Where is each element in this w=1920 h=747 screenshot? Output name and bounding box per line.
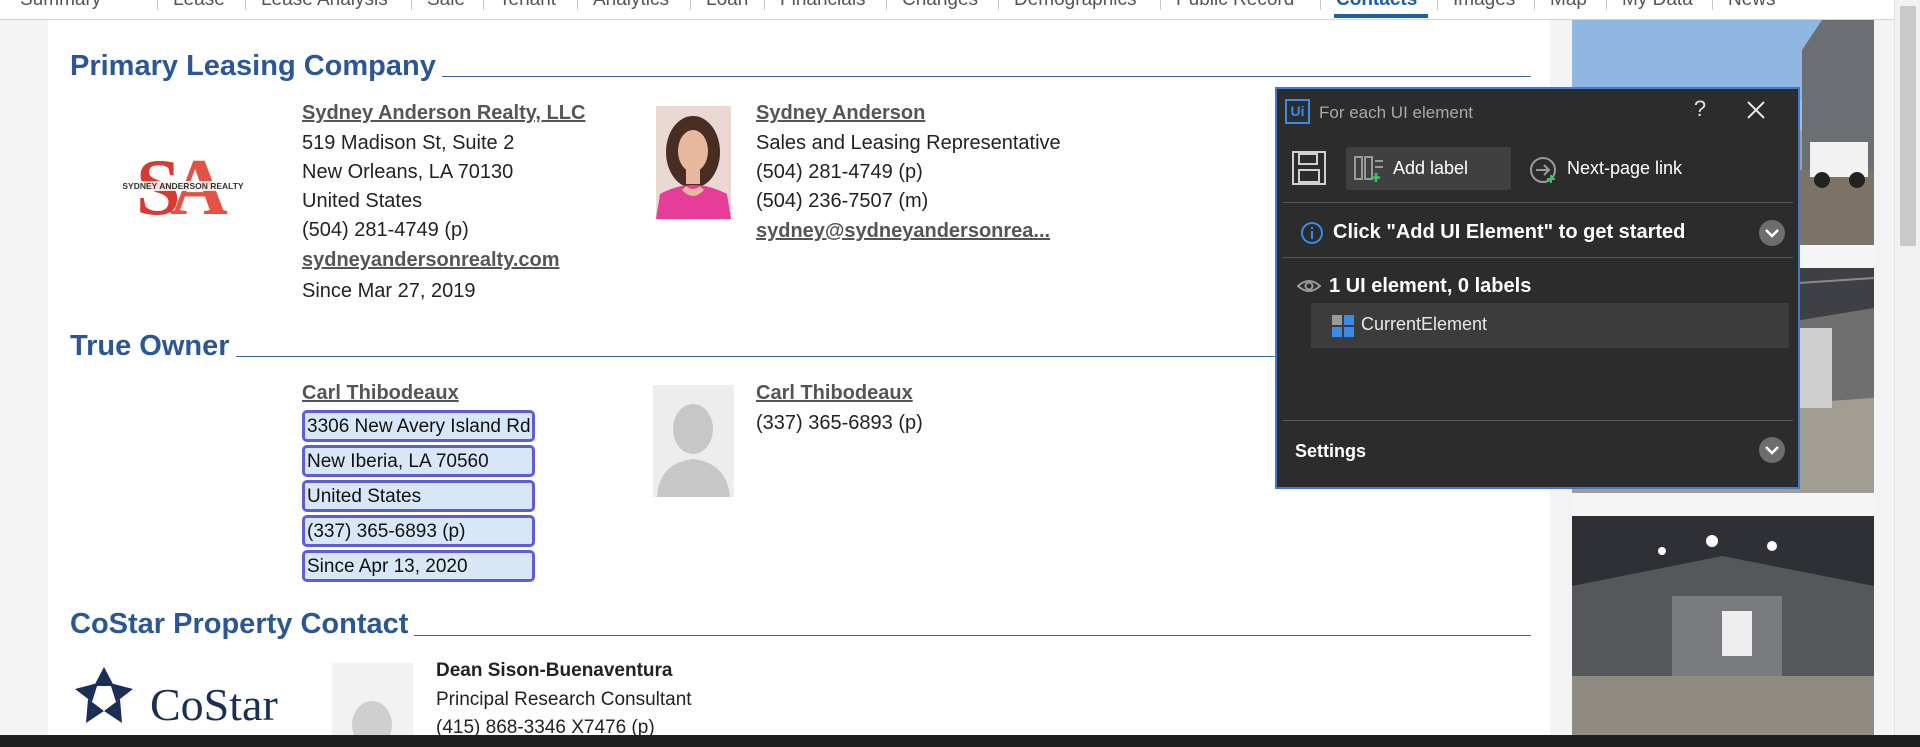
tab-loan[interactable]: Loan	[706, 0, 748, 11]
page-scrollbar[interactable]	[1894, 0, 1920, 735]
for-each-ui-element-dialog: Ui For each UI element ? Add label Next-…	[1275, 87, 1800, 489]
tab-lease[interactable]: Lease	[173, 0, 225, 11]
tab-changes[interactable]: Changes	[902, 0, 978, 11]
add-label-button[interactable]: Add label	[1346, 147, 1511, 190]
add-label-icon	[1354, 156, 1383, 182]
tab-separator	[577, 0, 578, 10]
chevron-down-icon[interactable]	[1759, 437, 1785, 463]
tab-tenant[interactable]: Tenant	[499, 0, 556, 11]
section-title-true-owner: True Owner	[70, 330, 230, 362]
owner-phone[interactable]: (337) 365-6893 (p)	[302, 515, 535, 547]
tab-separator	[1606, 0, 1607, 10]
settings-header[interactable]: Settings	[1295, 441, 1366, 462]
tab-separator	[886, 0, 887, 10]
company-since-date: Since Mar 27, 2019	[302, 280, 476, 302]
contact-name-link-sydney[interactable]: Sydney Anderson	[756, 102, 925, 125]
costar-contact-role: Principal Research Consultant	[436, 689, 692, 710]
taskbar	[0, 735, 1920, 747]
dialog-divider	[1283, 257, 1793, 258]
company-address-line1: 519 Madison St, Suite 2	[302, 132, 515, 154]
owner-address-line1[interactable]: 3306 New Avery Island Rd	[302, 410, 535, 442]
tab-demographics[interactable]: Demographics	[1014, 0, 1137, 11]
section-divider	[414, 635, 1531, 636]
active-tab-indicator	[1334, 14, 1428, 18]
tab-financials[interactable]: Financials	[780, 0, 866, 11]
nav-tab-bar: Summary Lease Lease Analysis Sale Tenant…	[0, 0, 1920, 20]
current-element-tree-item[interactable]: CurrentElement	[1311, 303, 1789, 348]
tab-my-data[interactable]: My Data	[1622, 0, 1693, 11]
section-title-primary-leasing: Primary Leasing Company	[70, 50, 436, 82]
section-title-costar-contact: CoStar Property Contact	[70, 608, 409, 640]
help-icon[interactable]: ?	[1688, 96, 1712, 122]
tab-map[interactable]: Map	[1550, 0, 1587, 11]
contact-title-sydney: Sales and Leasing Representative	[756, 132, 1061, 154]
next-page-link-button[interactable]: Next-page link	[1529, 151, 1694, 187]
contact-photo-placeholder	[653, 385, 734, 497]
tab-images[interactable]: Images	[1453, 0, 1515, 11]
owner-name-link[interactable]: Carl Thibodeaux	[302, 382, 459, 405]
tab-news[interactable]: News	[1728, 0, 1776, 11]
tab-separator	[411, 0, 412, 10]
owner-country[interactable]: United States	[302, 480, 535, 512]
company-phone: (504) 281-4749 (p)	[302, 219, 469, 241]
section-divider	[442, 76, 1531, 77]
tab-separator	[1160, 0, 1161, 10]
close-icon[interactable]	[1745, 99, 1767, 121]
owner-contact-phone: (337) 365-6893 (p)	[756, 412, 923, 434]
tab-separator	[1534, 0, 1535, 10]
tab-separator	[483, 0, 484, 10]
tab-separator	[998, 0, 999, 10]
owner-contact-name-link[interactable]: Carl Thibodeaux	[756, 382, 913, 405]
costar-contact-photo-placeholder	[332, 663, 413, 740]
costar-logo: CoStar	[68, 665, 308, 740]
dialog-divider	[1283, 202, 1793, 203]
owner-since-date[interactable]: Since Apr 13, 2020	[302, 550, 535, 582]
company-website-link[interactable]: sydneyandersonrealty.com	[302, 249, 560, 272]
tab-lease-analysis[interactable]: Lease Analysis	[261, 0, 388, 11]
company-country: United States	[302, 190, 423, 212]
tab-separator	[1437, 0, 1438, 10]
tab-separator	[690, 0, 691, 10]
dialog-title: For each UI element	[1319, 103, 1474, 122]
tab-public-record[interactable]: Public Record	[1176, 0, 1294, 11]
current-element-label: CurrentElement	[1361, 314, 1488, 334]
contact-mobile-sydney: (504) 236-7507 (m)	[756, 190, 929, 212]
contact-email-link-sydney[interactable]: sydney@sydneyandersonrea...	[756, 220, 1050, 243]
tab-separator	[157, 0, 158, 10]
tab-contacts[interactable]: Contacts	[1336, 0, 1417, 11]
element-count-text: 1 UI element, 0 labels	[1329, 275, 1532, 297]
dialog-divider	[1283, 420, 1793, 421]
contact-photo-sydney	[656, 106, 731, 219]
tab-separator	[245, 0, 246, 10]
get-started-hint: Click "Add UI Element" to get started	[1333, 221, 1686, 243]
tab-sale[interactable]: Sale	[427, 0, 465, 11]
property-photo-3[interactable]	[1572, 516, 1874, 747]
screen: Summary Lease Lease Analysis Sale Tenant…	[0, 0, 1920, 747]
tab-separator	[1320, 0, 1321, 10]
scrollbar-thumb[interactable]	[1900, 6, 1916, 246]
sydney-anderson-realty-logo: S A SYDNEY ANDERSON REALTY	[108, 140, 258, 236]
company-name-link[interactable]: Sydney Anderson Realty, LLC	[302, 102, 585, 125]
tab-analytics[interactable]: Analytics	[593, 0, 669, 11]
eye-icon[interactable]	[1296, 277, 1322, 295]
tab-separator	[764, 0, 765, 10]
tab-separator	[1712, 0, 1713, 10]
tab-summary[interactable]: Summary	[20, 0, 101, 11]
add-label-text: Add label	[1393, 158, 1469, 178]
ui-element-icon	[1332, 315, 1354, 337]
costar-contact-name: Dean Sison-Buenaventura	[436, 660, 673, 681]
chevron-down-icon[interactable]	[1759, 220, 1785, 246]
owner-address-line2[interactable]: New Iberia, LA 70560	[302, 445, 535, 477]
uipath-logo-icon: Ui	[1285, 99, 1310, 124]
logo-wordmark: SYDNEY ANDERSON REALTY	[122, 181, 244, 191]
info-icon	[1300, 221, 1324, 245]
next-page-link-text: Next-page link	[1567, 158, 1683, 178]
section-divider	[236, 356, 1276, 357]
costar-wordmark: CoStar	[150, 679, 278, 730]
next-page-link-icon	[1530, 157, 1556, 183]
company-address-line2: New Orleans, LA 70130	[302, 161, 514, 183]
contact-phone-sydney: (504) 281-4749 (p)	[756, 161, 923, 183]
save-icon[interactable]	[1291, 150, 1327, 186]
